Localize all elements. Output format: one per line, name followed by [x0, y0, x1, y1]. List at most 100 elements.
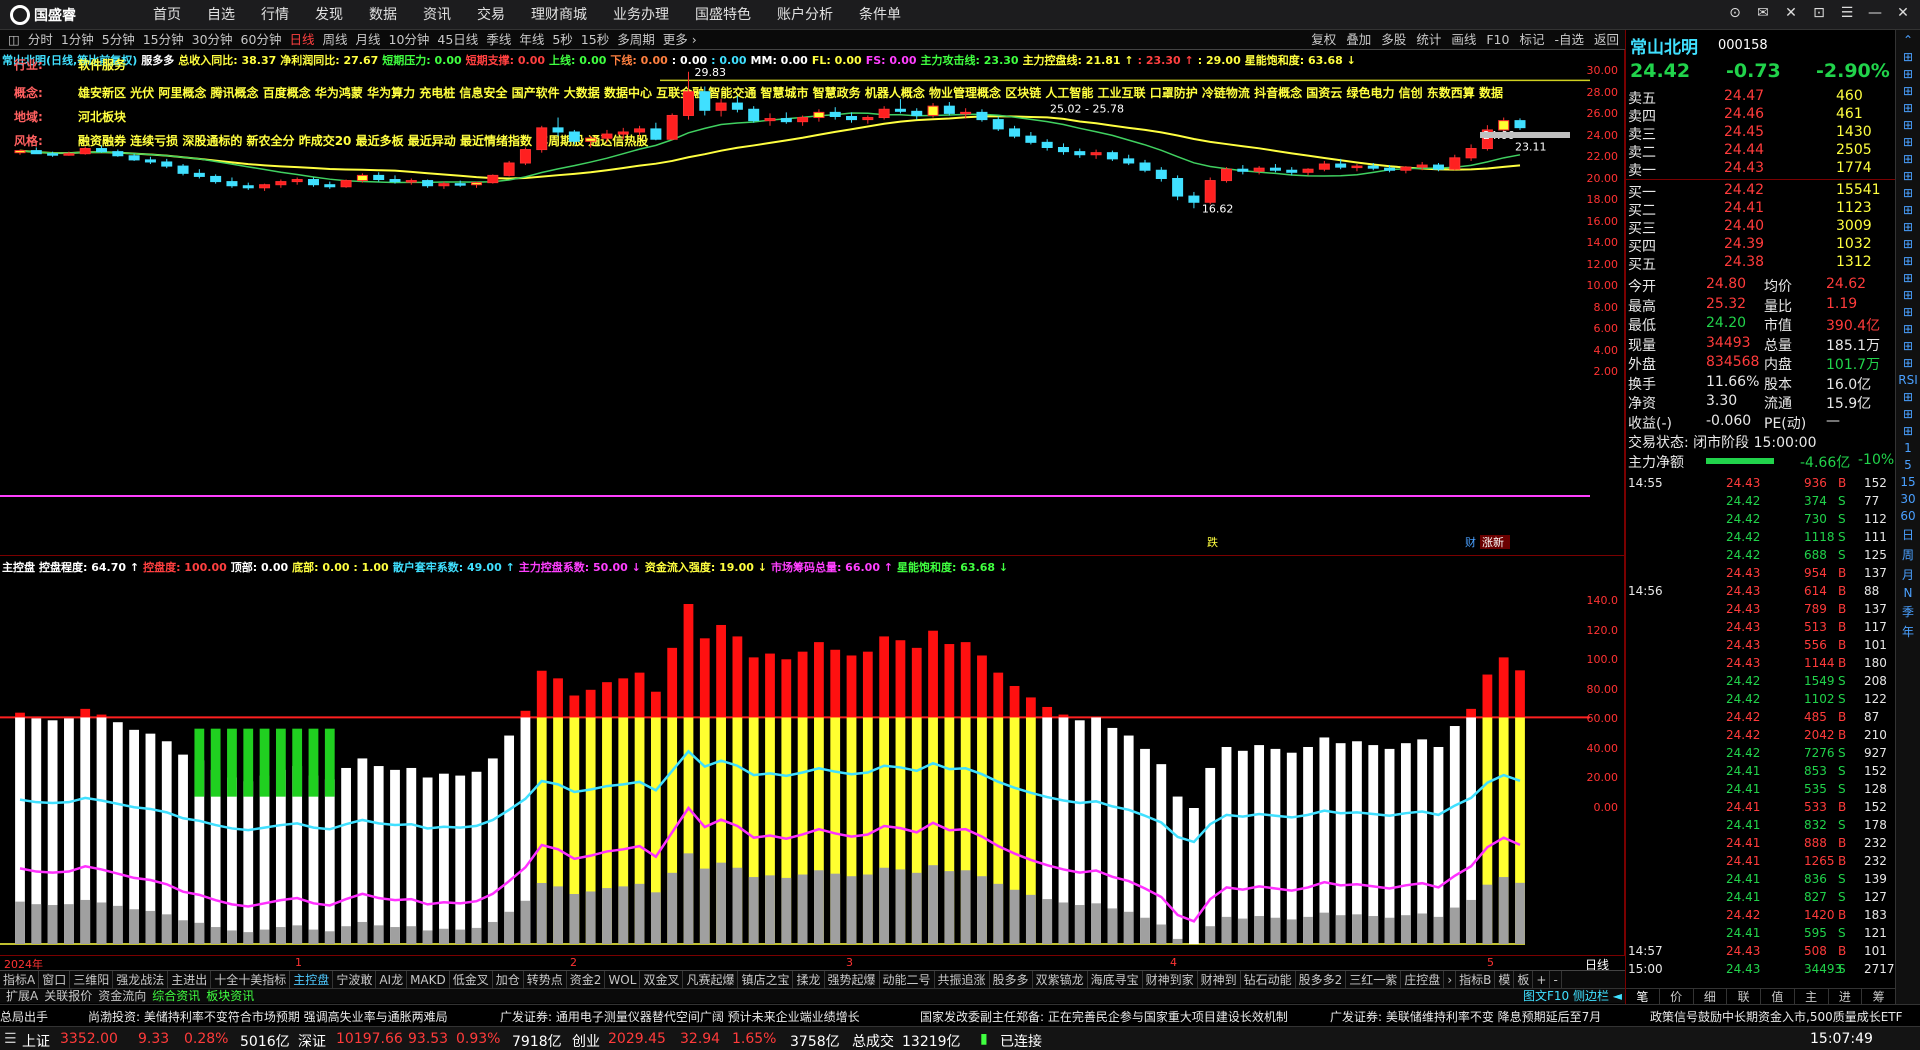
indicator-tab-9[interactable]: MAKD [407, 971, 450, 988]
kline-panel[interactable]: 常山北明(日线,等比前复权) 服多多 总收入同比: 38.37 净利润同比: 27.6… [0, 50, 1625, 555]
menu-item-11[interactable]: 条件单 [846, 0, 914, 29]
indicator-tab-13[interactable]: 资金2 [567, 971, 606, 988]
period-tab-7[interactable]: 周线 [318, 30, 351, 49]
period-tab-3[interactable]: 15分钟 [139, 30, 188, 49]
sidebar-button-8[interactable]: ⊞ [1898, 169, 1918, 183]
period-tab-4[interactable]: 30分钟 [188, 30, 237, 49]
sidebar-button-29[interactable]: 日 [1898, 526, 1918, 543]
menu-item-6[interactable]: 交易 [464, 0, 518, 29]
indicator-tab-14[interactable]: WOL [605, 971, 641, 988]
indicator-tab-11[interactable]: 加仓 [493, 971, 524, 988]
indicator-tab-4[interactable]: 主进出 [168, 971, 212, 988]
quote-tab-3[interactable]: 联 [1727, 989, 1761, 1004]
menu-item-8[interactable]: 业务办理 [600, 0, 682, 29]
ask-price-0[interactable]: 24.47 [1724, 88, 1764, 104]
tool-6[interactable]: 标记 [1514, 30, 1549, 49]
indicator-tab-8[interactable]: AI龙 [376, 971, 408, 988]
mail-icon[interactable]: ✉ [1754, 5, 1772, 21]
ask-price-3[interactable]: 24.44 [1724, 142, 1764, 158]
period-tab-5[interactable]: 60分钟 [237, 30, 286, 49]
ask-price-4[interactable]: 24.43 [1724, 160, 1764, 176]
news-item-2[interactable]: 广发证券: 通用电子测量仪器替代空间广阔 预计未来企业端业绩增长 [500, 1008, 860, 1025]
indicator-tab-10[interactable]: 低金叉 [450, 971, 493, 988]
indicator-tab-18[interactable]: 揉龙 [793, 971, 825, 988]
message-icon[interactable]: ⊙ [1726, 5, 1744, 21]
news-item-5[interactable]: 政策信号鼓励中长期资金入市,500质量成长ETF [1650, 1008, 1903, 1025]
indicator-tab-31[interactable]: › [1444, 971, 1457, 988]
bid-price-1[interactable]: 24.41 [1724, 200, 1764, 216]
indicator-tab-21[interactable]: 共振追涨 [935, 971, 990, 988]
menu-item-7[interactable]: 理财商城 [518, 0, 600, 29]
sidebar-button-24[interactable]: 1 [1898, 441, 1918, 455]
sidebar-button-0[interactable]: ⌃ [1898, 33, 1918, 47]
quote-tab-5[interactable]: 主 [1795, 989, 1829, 1004]
period-tab-6[interactable]: 日线 [285, 30, 318, 49]
sidebar-button-17[interactable]: ⊞ [1898, 322, 1918, 336]
indicator-tab-34[interactable]: 板 [1514, 971, 1534, 988]
bid-price-0[interactable]: 24.42 [1724, 182, 1764, 198]
indicator-chart[interactable] [0, 556, 1625, 956]
indicator-tab-30[interactable]: 庄控盘 [1401, 971, 1445, 988]
quote-tab-0[interactable]: 笔 [1626, 989, 1660, 1004]
sidebar-button-16[interactable]: ⊞ [1898, 305, 1918, 319]
tool-7[interactable]: -自选 [1549, 30, 1589, 49]
quote-tab-7[interactable]: 筹 [1862, 989, 1896, 1004]
menu-item-0[interactable]: 首页 [140, 0, 194, 29]
indicator-tab-12[interactable]: 转势点 [524, 971, 567, 988]
indicator-panel[interactable]: 主控盘 控盘程度: 64.70 ↑ 控盘度: 100.00 顶部: 0.00 底部: 0… [0, 555, 1625, 955]
sidebar-button-11[interactable]: ⊞ [1898, 220, 1918, 234]
sidebar-button-18[interactable]: ⊞ [1898, 339, 1918, 353]
bottom-tab-0[interactable]: 扩展A [3, 989, 41, 1003]
sidebar-button-7[interactable]: ⊞ [1898, 152, 1918, 166]
indicator-tab-36[interactable]: - [1550, 971, 1562, 988]
bottom-tab-4[interactable]: 板块资讯 [203, 989, 257, 1003]
settings-icon[interactable]: ☰ [1838, 5, 1856, 21]
tool-2[interactable]: 多股 [1376, 30, 1411, 49]
sidebar-button-32[interactable]: N [1898, 586, 1918, 600]
tool-5[interactable]: F10 [1481, 30, 1514, 49]
period-tab-0[interactable]: 分时 [24, 30, 57, 49]
quote-tab-1[interactable]: 价 [1660, 989, 1694, 1004]
sidebar-button-10[interactable]: ⊞ [1898, 203, 1918, 217]
indicator-tab-22[interactable]: 股多多 [990, 971, 1033, 988]
indicator-tab-20[interactable]: 动能二号 [880, 971, 935, 988]
sidebar-button-30[interactable]: 周 [1898, 546, 1918, 563]
sidebar-button-25[interactable]: 5 [1898, 458, 1918, 472]
period-tab-13[interactable]: 5秒 [548, 30, 576, 49]
sidebar-button-28[interactable]: 60 [1898, 509, 1918, 523]
tools-icon[interactable]: ✕ [1782, 5, 1800, 21]
indicator-tab-15[interactable]: 双金叉 [640, 971, 684, 988]
period-tab-9[interactable]: 10分钟 [385, 30, 434, 49]
skin-icon[interactable]: ⊡ [1810, 5, 1828, 21]
indicator-tab-28[interactable]: 股多多2 [1296, 971, 1347, 988]
sidebar-button-9[interactable]: ⊞ [1898, 186, 1918, 200]
indicator-tab-6[interactable]: 主控盘 [290, 971, 334, 988]
period-tab-15[interactable]: 多周期 [613, 30, 659, 49]
sidebar-button-1[interactable]: ⊞ [1898, 50, 1918, 64]
sidebar-button-14[interactable]: ⊞ [1898, 271, 1918, 285]
bid-price-3[interactable]: 24.39 [1724, 236, 1764, 252]
news-item-1[interactable]: 尚渤投资: 美储持利率不变符合市场预期 强调高失业率与通胀两难局 [88, 1008, 448, 1025]
indicator-tab-25[interactable]: 财神到家 [1143, 971, 1198, 988]
period-tab-11[interactable]: 季线 [482, 30, 515, 49]
close-icon[interactable]: ✕ [1894, 5, 1912, 21]
tool-4[interactable]: 画线 [1446, 30, 1481, 49]
tool-3[interactable]: 统计 [1411, 30, 1446, 49]
bottom-tab-2[interactable]: 资金流向 [95, 989, 149, 1003]
news-item-4[interactable]: 广发证券: 美联储维持利率不变 降息预期延后至7月 [1330, 1008, 1601, 1025]
indicator-tab-27[interactable]: 钻石动能 [1241, 971, 1296, 988]
sidebar-button-5[interactable]: ⊞ [1898, 118, 1918, 132]
period-tab-12[interactable]: 年线 [515, 30, 548, 49]
indicator-tab-0[interactable]: 指标A [0, 971, 40, 988]
kline-chart[interactable]: 29.8316.6225.02 - 25.7823.1124.66跌财涨新 [0, 50, 1625, 555]
bid-price-2[interactable]: 24.40 [1724, 218, 1764, 234]
sidebar-button-33[interactable]: 季 [1898, 603, 1918, 620]
menu-item-2[interactable]: 行情 [248, 0, 302, 29]
indicator-tab-29[interactable]: 三红一紫 [1346, 971, 1402, 988]
ask-price-1[interactable]: 24.46 [1724, 106, 1764, 122]
tool-1[interactable]: 叠加 [1341, 30, 1376, 49]
menu-item-4[interactable]: 数据 [356, 0, 410, 29]
bottom-tab-3[interactable]: 综合资讯 [149, 989, 203, 1003]
indicator-tab-23[interactable]: 双紫镐龙 [1033, 971, 1088, 988]
bottom-tab-1[interactable]: 关联报价 [41, 989, 95, 1003]
